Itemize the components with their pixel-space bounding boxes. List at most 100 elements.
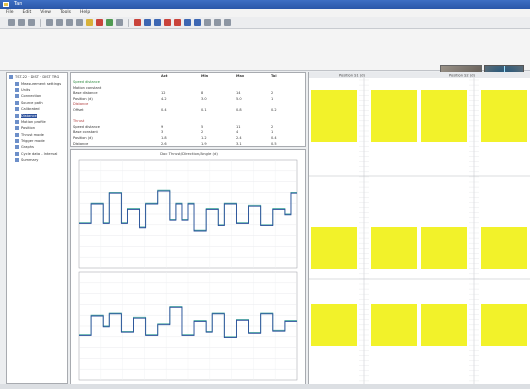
toolbar-button-icon[interactable] <box>18 19 25 26</box>
toolbar-button-icon[interactable] <box>154 19 161 26</box>
toolbar-button-icon[interactable] <box>106 19 113 26</box>
menu-item-help[interactable]: Help <box>80 9 90 17</box>
doc-icon <box>15 107 19 112</box>
menu-bar: File Edit View Tools Help <box>0 9 530 17</box>
tree-item-label: Trigger mode <box>21 139 45 144</box>
toolbar-button-icon[interactable] <box>46 19 53 26</box>
toolbar-button-icon[interactable] <box>214 19 221 26</box>
application-window: Tan File Edit View Tools Help TST-22 · DIST … <box>0 0 530 389</box>
toolbar <box>0 17 530 29</box>
table-cell: 1 <box>271 96 274 101</box>
grid-header-row: Act Min Max Tol <box>71 74 307 80</box>
toolbar-button-icon[interactable] <box>56 19 63 26</box>
table-cell: Speed distance <box>73 124 100 129</box>
table-cell: 0.5 <box>271 141 277 146</box>
table-cell: 0.4 <box>271 136 277 140</box>
tolerance-panel: Position S1 (d) Position S2 (d) <box>308 72 530 384</box>
toolbar-button-icon[interactable] <box>96 19 103 26</box>
toolbar-button-icon[interactable] <box>116 19 123 26</box>
table-cell: 0.2 <box>271 108 277 112</box>
table-cell: 1.2 <box>201 136 207 140</box>
highlight-cell <box>371 227 417 269</box>
tree-item-label: Summary <box>21 158 39 163</box>
doc-icon <box>15 126 19 131</box>
table-row[interactable]: Distance 2.6 1.9 3.1 0.5 <box>71 142 307 148</box>
toolbar-button-icon[interactable] <box>194 19 201 26</box>
table-cell: Base constant <box>73 130 98 135</box>
highlight-cell <box>481 90 527 142</box>
grid-header-cell: Max <box>236 74 245 78</box>
table-cell: 2.4 <box>236 136 242 140</box>
info-panel <box>0 29 530 97</box>
highlight-cell <box>421 90 467 142</box>
app-icon <box>3 2 9 7</box>
table-cell: 11 <box>236 124 241 129</box>
horizontal-scrollbar[interactable] <box>0 384 530 389</box>
highlight-cell <box>311 90 357 142</box>
menu-item-view[interactable]: View <box>40 9 51 17</box>
tree-item-label: Distance <box>21 113 37 118</box>
grid-header-cell: Act <box>161 74 168 78</box>
toolbar-separator <box>40 18 41 27</box>
title-bar: Tan <box>0 0 530 9</box>
toolbar-button-icon[interactable] <box>224 19 231 26</box>
toolbar-button-icon[interactable] <box>204 19 211 26</box>
table-cell: 4.2 <box>161 96 167 101</box>
toolbar-button-icon[interactable] <box>184 19 191 26</box>
doc-icon <box>15 87 19 92</box>
table-cell: 0.8 <box>236 108 242 112</box>
toolbar-button-icon[interactable] <box>8 19 15 26</box>
tree-item-label: Units <box>21 87 31 92</box>
toolbar-button-icon[interactable] <box>28 19 35 26</box>
chart-panel: Doc Thrust/Direction/Angle (d) <box>70 149 306 385</box>
highlight-cell <box>311 227 357 269</box>
tree-item[interactable]: Summary <box>9 157 65 163</box>
highlight-cell <box>481 227 527 269</box>
toolbar-button-icon[interactable] <box>66 19 73 26</box>
highlight-cell <box>371 304 417 346</box>
menu-item-tools[interactable]: Tools <box>60 9 71 17</box>
table-cell: Distance <box>73 102 89 107</box>
highlight-cell <box>481 304 527 346</box>
toolbar-button-icon[interactable] <box>86 19 93 26</box>
toolbar-button-icon[interactable] <box>164 19 171 26</box>
chart-icon <box>15 145 19 150</box>
table-cell: Distance <box>73 141 89 146</box>
trace-charts[interactable] <box>71 150 307 386</box>
table-cell: 1.8 <box>161 136 167 140</box>
toolbar-button-icon[interactable] <box>144 19 151 26</box>
tree-item-label: Thrust mode <box>21 132 44 137</box>
tree-item-label: Connection <box>21 94 42 99</box>
toolbar-button-icon[interactable] <box>134 19 141 26</box>
menu-item-edit[interactable]: Edit <box>23 9 32 17</box>
doc-icon <box>15 94 19 99</box>
table-cell: 9 <box>161 124 164 129</box>
table-cell: Speed distance <box>73 80 100 84</box>
highlight-cell <box>311 304 357 346</box>
results-grid[interactable]: Act Min Max Tol Speed distance Motion constan… <box>70 72 306 147</box>
toolbar-button-icon[interactable] <box>174 19 181 26</box>
table-cell: 2 <box>201 130 204 135</box>
table-cell: 8 <box>201 91 204 96</box>
doc-icon <box>15 158 19 163</box>
gear-icon <box>15 81 19 86</box>
highlight-cell <box>421 304 467 346</box>
grid-header-cell: Min <box>201 74 209 78</box>
table-cell: Thrust <box>73 119 85 124</box>
tree-item-label: Cycle data - Interval <box>21 151 58 156</box>
table-cell: 3.0 <box>201 96 207 101</box>
highlight-cell <box>421 227 467 269</box>
doc-icon <box>15 113 19 118</box>
table-cell: 5.0 <box>236 96 242 101</box>
toolbar-separator <box>128 18 129 27</box>
tolerance-grid[interactable]: Position S1 (d) Position S2 (d) <box>309 72 530 384</box>
table-cell: 5 <box>201 124 204 129</box>
table-cell: 14 <box>236 91 241 96</box>
tree-item-label: Measurement settings <box>21 81 62 86</box>
menu-item-file[interactable]: File <box>6 9 14 17</box>
project-tree[interactable]: TST-22 · DIST · DIST TRG Measurement sett… <box>6 72 68 384</box>
toolbar-button-icon[interactable] <box>76 19 83 26</box>
table-cell: 1.9 <box>201 141 207 146</box>
chart-icon <box>15 151 19 156</box>
table-cell: Position (d) <box>73 136 93 140</box>
